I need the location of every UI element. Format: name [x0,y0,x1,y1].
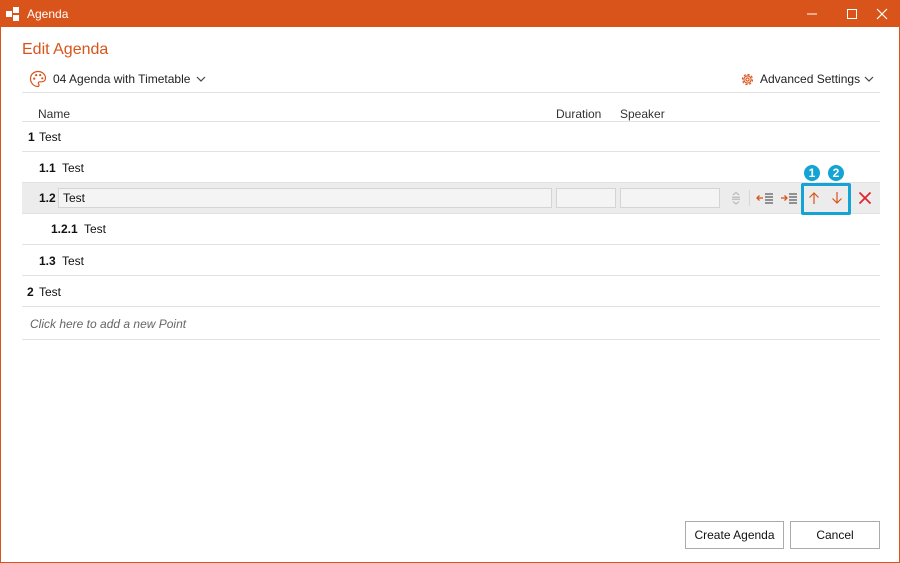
advanced-settings-button[interactable]: Advanced Settings [739,69,874,89]
agenda-item-row[interactable]: 1 Test [22,122,880,152]
item-speaker-input[interactable] [620,188,720,208]
item-number: 1.3 [39,254,56,268]
page-title: Edit Agenda [22,41,109,58]
window-title: Agenda [27,7,69,21]
agenda-item-row[interactable]: 1.1 Test [22,153,880,183]
item-number: 1.1 [39,161,56,175]
divider [22,151,880,152]
advanced-settings-label: Advanced Settings [760,72,861,86]
agenda-item-row[interactable]: 1.3 Test [22,246,880,276]
indent-icon [781,193,797,204]
agenda-item-row[interactable]: 2 Test [22,277,880,307]
maximize-button[interactable] [835,1,869,27]
divider [22,92,880,93]
item-name-input[interactable] [58,188,552,208]
cancel-button[interactable]: Cancel [790,521,880,549]
item-number: 1 [28,130,35,144]
add-new-point[interactable]: Click here to add a new Point [30,317,186,331]
divider [22,339,880,340]
outdent-button[interactable] [755,188,775,208]
indent-button[interactable] [779,188,799,208]
callout-highlight [801,183,851,215]
minimize-icon [807,13,817,15]
callout-badge-2: 2 [826,163,846,183]
palette-icon [29,70,47,88]
divider [22,306,880,307]
agenda-item-row[interactable]: 1.2.1 Test [22,214,880,244]
divider [22,275,880,276]
item-number: 2 [27,285,34,299]
item-name: Test [39,285,62,299]
close-icon [876,8,888,20]
create-agenda-button[interactable]: Create Agenda [685,521,784,549]
toolbar-separator [749,190,750,206]
item-number: 1.2 [39,191,56,205]
agenda-window: Agenda Edit Agenda 04 Agenda with Timeta… [0,0,900,563]
item-name: Test [39,130,62,144]
divider [22,244,880,245]
item-duration-input[interactable] [556,188,616,208]
item-number: 1.2.1 [51,222,78,236]
app-logo-icon [6,7,19,21]
outdent-icon [756,193,773,204]
column-header-duration: Duration [556,107,602,121]
item-name: Test [84,222,107,236]
delete-icon [858,191,872,205]
chevron-down-icon [197,76,206,82]
item-name: Test [62,254,85,268]
delete-button[interactable] [855,188,875,208]
chevron-down-icon [864,76,874,82]
column-header-name: Name [38,107,71,121]
template-label: 04 Agenda with Timetable [53,72,191,86]
gear-icon [741,73,754,85]
callout-badge-1: 1 [802,163,822,183]
close-button[interactable] [865,1,899,27]
title-bar: Agenda [1,1,899,27]
column-header-speaker: Speaker [620,107,665,121]
maximize-icon [847,9,857,19]
reorder-handle[interactable] [726,188,746,208]
agenda-item-row-selected[interactable]: 1.2 [22,183,880,213]
item-name: Test [62,161,85,175]
template-dropdown[interactable]: 04 Agenda with Timetable [29,69,206,89]
minimize-button[interactable] [795,1,829,27]
reorder-handle-icon [732,191,740,205]
